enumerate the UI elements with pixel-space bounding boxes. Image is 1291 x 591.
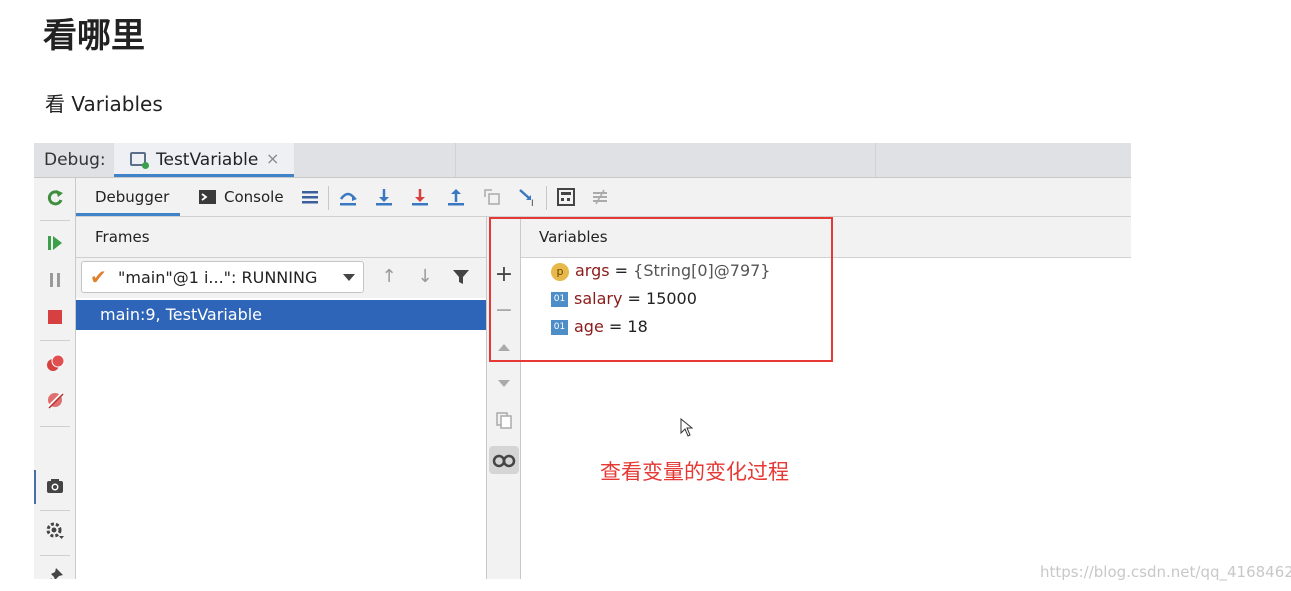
frame-row-selected[interactable]: main:9, TestVariable	[76, 300, 486, 330]
settings-icon[interactable]	[45, 521, 65, 541]
frames-controls: ✔ "main"@1 i...": RUNNING ↑ ↓	[76, 258, 486, 298]
highlight-box	[489, 217, 833, 362]
step-over-icon[interactable]	[374, 187, 394, 207]
tab-console[interactable]: Console	[224, 178, 284, 216]
debug-label: Debug:	[44, 150, 106, 170]
svg-text:I: I	[531, 199, 534, 207]
mute-breakpoints-icon[interactable]	[45, 390, 65, 410]
debugger-toolbar: Debugger Console I	[76, 178, 1131, 217]
pause-icon[interactable]	[45, 270, 65, 290]
resume-icon[interactable]	[45, 233, 65, 253]
glasses-icon[interactable]	[489, 446, 519, 474]
frames-title: Frames	[95, 228, 150, 246]
thread-selector-value: "main"@1 i...": RUNNING	[118, 268, 318, 287]
doc-title: 看哪里	[43, 16, 145, 56]
chevron-down-icon	[343, 274, 355, 281]
step-out-icon[interactable]	[446, 187, 466, 207]
debug-actions-strip	[34, 178, 76, 579]
filter-icon[interactable]	[451, 267, 471, 287]
watermark: https://blog.csdn.net/qq_41684621	[1040, 563, 1291, 581]
thread-selector[interactable]: ✔ "main"@1 i...": RUNNING	[81, 261, 364, 293]
frames-header: Frames	[76, 217, 486, 258]
trace-icon[interactable]	[590, 187, 610, 207]
view-breakpoints-icon[interactable]	[45, 353, 65, 373]
active-indicator	[34, 470, 36, 504]
tool-window-tab-bar: Debug: TestVariable ×	[34, 143, 1131, 178]
toolbar-divider	[546, 186, 547, 210]
show-execution-point-icon[interactable]	[338, 187, 358, 207]
close-icon[interactable]: ×	[266, 149, 279, 168]
rerun-icon[interactable]	[45, 188, 65, 208]
stop-icon[interactable]	[45, 307, 65, 327]
session-tab-testvariable[interactable]: TestVariable ×	[114, 143, 294, 177]
pin-icon[interactable]	[45, 566, 65, 579]
tabbar-divider	[455, 143, 456, 177]
mouse-cursor-icon	[680, 417, 694, 442]
strip-divider	[40, 510, 70, 511]
step-into-icon[interactable]	[410, 187, 430, 207]
session-tab-label: TestVariable	[156, 150, 259, 170]
strip-divider	[40, 555, 70, 556]
application-icon	[130, 152, 149, 169]
arrow-up-icon[interactable]: ↑	[379, 267, 399, 287]
strip-divider	[40, 220, 70, 221]
frame-label: main:9, TestVariable	[100, 305, 263, 324]
doc-paragraph: 看 Variables	[45, 92, 163, 116]
toolbar-divider	[328, 186, 329, 210]
tab-debugger[interactable]: Debugger	[76, 178, 180, 216]
evaluate-expression-icon[interactable]	[556, 187, 576, 207]
tabbar-divider	[875, 143, 876, 177]
strip-divider	[40, 340, 70, 341]
annotation-text: 查看变量的变化过程	[600, 460, 789, 484]
console-icon	[198, 187, 218, 207]
camera-icon[interactable]	[45, 476, 65, 496]
move-down-icon[interactable]	[493, 372, 515, 394]
strip-divider	[40, 426, 70, 427]
layout-icon[interactable]	[300, 187, 320, 207]
run-to-cursor-icon[interactable]: I	[518, 187, 538, 209]
check-icon: ✔	[90, 265, 107, 289]
arrow-down-icon[interactable]: ↓	[415, 267, 435, 287]
copy-icon[interactable]	[493, 409, 515, 431]
frames-panel: Frames ✔ "main"@1 i...": RUNNING ↑ ↓ mai…	[76, 217, 487, 579]
drop-frame-icon[interactable]	[482, 187, 502, 207]
